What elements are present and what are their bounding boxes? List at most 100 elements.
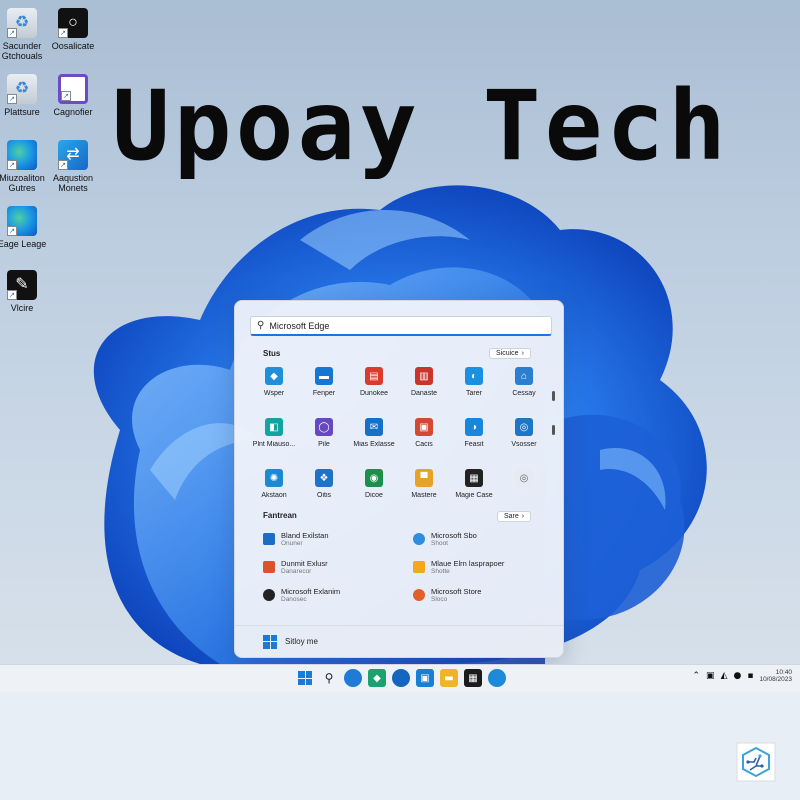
taskbar: ⚲ ◆ ▣ ▬ ▦ ⌃ ▣ ◭ ● ▪ 10:40 10/08/2023 [0,664,800,692]
pinned-app-label: Akstaon [261,492,287,499]
folder-icon: ▀ [415,469,433,487]
file-icon [263,533,275,545]
pinned-app-label: Cessay [512,390,536,397]
network-icon[interactable]: ▣ [706,671,715,681]
store-icon[interactable]: ▣ [416,669,434,687]
file-icon [413,533,425,545]
dark-app-icon[interactable]: ▦ [464,669,482,687]
recommended-item[interactable]: Microsoft Exlanim Danosec [263,587,408,605]
pinned-app-label: Feasit [464,441,484,448]
search-icon: ⚲ [257,320,265,331]
pinned-app[interactable]: ◧ Plnt Miauso... [249,418,299,448]
pinned-app[interactable]: ◐ Tarer [449,367,499,397]
start-menu: ⚲ Microsoft Edge Stus Sicuice › ◆ Wsper ▬… [234,300,564,658]
app-icon: ▤ [365,367,383,385]
start-button[interactable] [296,669,314,687]
edge-icon[interactable] [488,669,506,687]
pinned-all-apps-button[interactable]: Sicuice › [489,348,531,359]
app-icon[interactable]: ◆ [368,669,386,687]
pinned-apps-grid: ◆ Wsper ▬ Fenper ▤ Dunokee ▥ Danaste ◐ Tarer … [249,367,549,499]
pinned-section-title: Stus [263,349,281,358]
pinned-app[interactable]: ◎ Vsosser [499,418,549,448]
pinned-app[interactable]: ⌂ Cessay [499,367,549,397]
desktop-icon[interactable]: ⇄ ↗ Aaqustion Monets [43,140,103,194]
pinned-app[interactable]: ◎ [499,469,549,499]
pinned-app[interactable]: ◆ Wsper [249,367,299,397]
pinned-app[interactable]: ▤ Dunokee [349,367,399,397]
dark-app-icon: ○ ↗ [58,8,88,38]
recommended-item-title: Microsoft Exlanim [281,587,341,596]
dark-app-icon: ✎ ↗ [7,270,37,300]
folder-icon[interactable]: ▬ [440,669,458,687]
edge-icon: ◐ [465,367,483,385]
desktop-icon-label: Eage Leage [0,239,47,249]
app-tile-icon: ⇄ ↗ [58,140,88,170]
volume-icon[interactable]: ◭ [721,671,728,681]
desktop-icon-label: Oosalicate [51,41,95,51]
edge-icon[interactable] [344,669,362,687]
file-icon [263,561,275,573]
recycle-bin-icon: ♻ ↗ [7,8,37,38]
settings-icon: ◎ [515,469,533,487]
pinned-app[interactable]: ✺ Akstaon [249,469,299,499]
mail-icon: ✉ [365,418,383,436]
pinned-app-label: Wsper [263,390,285,397]
recommended-item[interactable]: Dunmit Exlusr Danarecor [263,559,408,577]
desktop-icon-label: Vlcire [10,303,34,313]
recommended-item[interactable]: Mlaue Elrn lasprapoer Shotte [413,559,558,577]
recommended-item-title: Mlaue Elrn lasprapoer [431,559,505,568]
taskbar-search-icon[interactable]: ⚲ [320,669,338,687]
edge-icon[interactable] [392,669,410,687]
pinned-app-label: Dunokee [359,390,389,397]
recommended-section-title: Fantrean [263,511,297,520]
start-search-box[interactable]: ⚲ Microsoft Edge [250,316,552,336]
chevron-up-icon[interactable]: ⌃ [693,671,701,681]
desktop-icon[interactable]: ✎ ↗ Vlcire [0,270,52,314]
app-icon: ❖ [315,469,333,487]
clock-date: 10/08/2023 [759,676,792,684]
pinned-app[interactable]: ❖ Oitis [299,469,349,499]
start-footer-user[interactable]: Sitloy me [235,625,563,657]
desktop-icon-label: Aaqustion Monets [52,173,94,193]
pinned-app[interactable]: ▥ Danaste [399,367,449,397]
clock-time: 10:40 [775,669,792,676]
windows-logo-icon [298,671,312,685]
pinned-app-label: Mias Exlasse [353,441,395,448]
pinned-scrollbar[interactable] [552,391,555,443]
battery-icon[interactable]: ● [733,671,741,681]
recommended-item-subtitle: Sloco [431,596,448,604]
pinned-app[interactable]: ▦ Magie Case [449,469,499,499]
pinned-app[interactable]: ◉ Dicoe [349,469,399,499]
recommended-item-title: Dunmit Exlusr [281,559,328,568]
pinned-app-label: Mastere [411,492,437,499]
headline-title: Upoay Tech [112,70,730,182]
edge-icon: ◑ [465,418,483,436]
system-tray: ⌃ ▣ ◭ ● ▪ 10:40 10/08/2023 [693,669,793,683]
recommended-item-subtitle: Shotte [431,568,450,576]
search-input[interactable]: Microsoft Edge [269,321,329,331]
pinned-app[interactable]: ◑ Feasit [449,418,499,448]
folder-icon: ▬ [315,367,333,385]
recommended-item-title: Microsoft Store [431,587,482,596]
pinned-app-label: Fenper [312,390,336,397]
desktop-icon[interactable]: ○ ↗ Oosalicate [43,8,103,52]
chevron-right-icon: › [521,513,525,520]
desktop-icon[interactable]: ↗ Cagnofier [43,74,103,118]
recommended-more-button[interactable]: Sare › [497,511,532,522]
notification-icon[interactable]: ▪ [747,671,753,681]
desktop-icon[interactable]: ↗ Eage Leage [0,206,52,250]
pinned-app[interactable]: ▣ Cacis [399,418,449,448]
pinned-app[interactable]: ◯ Pile [299,418,349,448]
recommended-item-title: Bland Exilstan [281,531,329,540]
recommended-item[interactable]: Microsoft Sbo Shoot [413,531,558,549]
pinned-app[interactable]: ✉ Mias Exlasse [349,418,399,448]
pinned-app-label: Cacis [415,441,433,448]
recommended-item[interactable]: Bland Exilstan Onuner [263,531,408,549]
pinned-app[interactable]: ▬ Fenper [299,367,349,397]
app-icon: ✺ [265,469,283,487]
pinned-app-label: Tarer [466,390,482,397]
clock[interactable]: 10:40 10/08/2023 [759,669,792,683]
folder-icon [413,561,425,573]
recommended-item[interactable]: Microsoft Store Sloco [413,587,558,605]
pinned-app[interactable]: ▀ Mastere [399,469,449,499]
